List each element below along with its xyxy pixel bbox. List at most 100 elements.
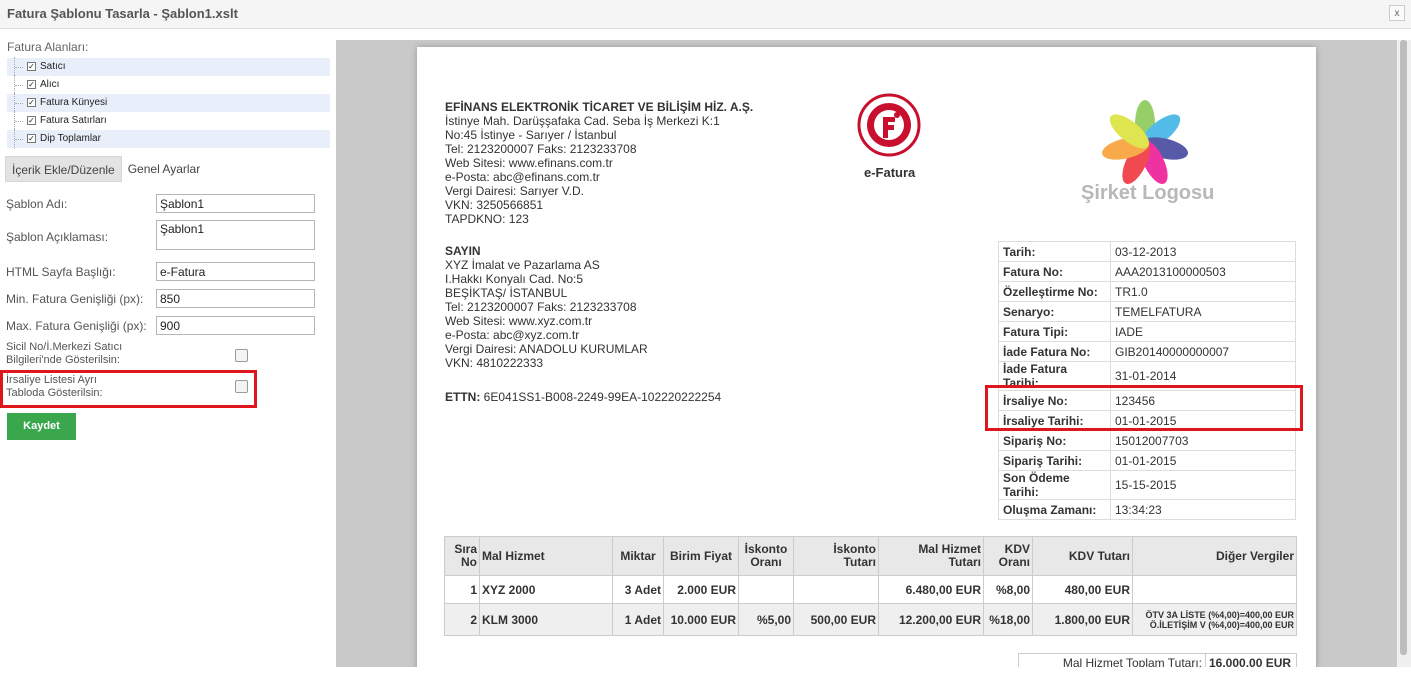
info-value: 03-12-2013 xyxy=(1110,241,1296,262)
cell-mal-hizmet-tutari: 6.480,00 EUR xyxy=(878,575,984,604)
info-row: Özelleştirme No: TR1.0 xyxy=(998,281,1296,302)
cell-sira: 2 xyxy=(444,603,480,636)
company-logo-icon xyxy=(1102,100,1188,184)
template-desc-textarea[interactable]: Şablon1 xyxy=(156,220,315,250)
info-value: 13:34:23 xyxy=(1110,499,1296,520)
close-button[interactable]: x xyxy=(1389,5,1405,21)
left-panel: Fatura Alanları: ✓ Satıcı ✓ Alıcı ✓ Fatu… xyxy=(0,29,334,675)
tree-item-fatura-satirlari[interactable]: ✓ Fatura Satırları xyxy=(7,111,330,131)
preview-scrollbar[interactable] xyxy=(1397,40,1411,667)
col-header-iskonto-orani: İskonto Oranı xyxy=(738,536,794,576)
irsaliye-label-line-2: Tabloda Gösterilsin: xyxy=(6,387,103,399)
cell-iskonto-orani xyxy=(738,575,794,604)
cell-iskonto-orani: %5,00 xyxy=(738,603,794,636)
checkbox-checked-icon[interactable]: ✓ xyxy=(27,134,36,143)
expand-icon[interactable] xyxy=(11,129,23,149)
col-header-diger-vergiler: Diğer Vergiler xyxy=(1132,536,1297,576)
tree-item-label: Fatura Künyesi xyxy=(40,97,108,108)
cell-mal-hizmet-tutari: 12.200,00 EUR xyxy=(878,603,984,636)
seller-block: EFİNANS ELEKTRONİK TİCARET VE BİLİŞİM Hİ… xyxy=(445,100,753,226)
scrollbar-thumb[interactable] xyxy=(1400,40,1407,655)
irsaliye-checkbox[interactable] xyxy=(235,380,248,393)
template-name-input[interactable] xyxy=(156,194,315,213)
info-key: Özelleştirme No: xyxy=(998,281,1111,302)
html-title-input[interactable] xyxy=(156,262,315,281)
seller-line: VKN: 3250566851 xyxy=(445,198,544,212)
info-key: Son Ödeme Tarihi: xyxy=(998,470,1111,500)
info-key: Oluşma Zamanı: xyxy=(998,499,1111,520)
min-width-input[interactable] xyxy=(156,289,315,308)
totals-table: Mal Hizmet Toplam Tutarı: 16.000,00 EUR xyxy=(1018,653,1297,667)
company-logo-text: Şirket Logosu xyxy=(1081,182,1215,204)
preview-panel: EFİNANS ELEKTRONİK TİCARET VE BİLİŞİM Hİ… xyxy=(336,40,1397,667)
info-value: 15-15-2015 xyxy=(1110,470,1296,500)
tree-item-label: Satıcı xyxy=(40,61,66,72)
info-row: Son Ödeme Tarihi: 15-15-2015 xyxy=(998,470,1296,500)
info-key: Fatura Tipi: xyxy=(998,321,1111,342)
cell-miktar: 3 Adet xyxy=(612,575,664,604)
tab-content-edit[interactable]: İçerik Ekle/Düzenle xyxy=(5,156,122,182)
expand-icon[interactable] xyxy=(11,75,23,95)
max-width-label: Max. Fatura Genişliği (px): xyxy=(6,319,147,333)
tab-general-settings[interactable]: Genel Ayarlar xyxy=(122,156,207,182)
tree-item-dip-toplamlar[interactable]: ✓ Dip Toplamlar xyxy=(7,129,330,149)
expand-icon[interactable] xyxy=(11,93,23,113)
lines-header-row: Sıra No Mal Hizmet Miktar Birim Fiyat İsk… xyxy=(444,536,1297,576)
settings-tabs: İçerik Ekle/Düzenle Genel Ayarlar xyxy=(5,156,206,182)
info-key: Fatura No: xyxy=(998,261,1111,282)
html-title-label: HTML Sayfa Başlığı: xyxy=(6,265,116,279)
table-row: 2 KLM 3000 1 Adet 10.000 EUR %5,00 500,0… xyxy=(444,603,1297,636)
cell-mal-hizmet: KLM 3000 xyxy=(479,603,613,636)
total-label: Mal Hizmet Toplam Tutarı: xyxy=(1018,653,1206,667)
info-key: İade Fatura No: xyxy=(998,341,1111,362)
buyer-line: I.Hakkı Konyalı Cad. No:5 xyxy=(445,272,584,286)
tree-item-alici[interactable]: ✓ Alıcı xyxy=(7,75,330,95)
total-row: Mal Hizmet Toplam Tutarı: 16.000,00 EUR xyxy=(1018,653,1297,667)
buyer-line: Vergi Dairesi: ANADOLU KURUMLAR xyxy=(445,342,648,356)
fields-tree: ✓ Satıcı ✓ Alıcı ✓ Fatura Künyesi ✓ Fatu… xyxy=(7,57,330,149)
info-row: Fatura No: AAA2013100000503 xyxy=(998,261,1296,282)
info-value: IADE xyxy=(1110,321,1296,342)
max-width-input[interactable] xyxy=(156,316,315,335)
table-row: 1 XYZ 2000 3 Adet 2.000 EUR 6.480,00 EUR… xyxy=(444,575,1297,604)
highlight-box-irsaliye-info xyxy=(985,385,1303,431)
info-value: GIB20140000000007 xyxy=(1110,341,1296,362)
buyer-line: Web Sitesi: www.xyz.com.tr xyxy=(445,314,593,328)
buyer-line: Tel: 2123200007 Faks: 2123233708 xyxy=(445,300,637,314)
col-header-mal-hizmet: Mal Hizmet xyxy=(479,536,613,576)
info-key: Senaryo: xyxy=(998,301,1111,322)
total-value: 16.000,00 EUR xyxy=(1205,653,1297,667)
cell-kdv-tutari: 1.800,00 EUR xyxy=(1032,603,1133,636)
checkbox-checked-icon[interactable]: ✓ xyxy=(27,62,36,71)
tree-item-satici[interactable]: ✓ Satıcı xyxy=(7,57,330,77)
min-width-label: Min. Fatura Genişliği (px): xyxy=(6,292,144,306)
col-header-kdv-tutari: KDV Tutarı xyxy=(1032,536,1133,576)
info-row: Fatura Tipi: IADE xyxy=(998,321,1296,342)
irsaliye-label-line-1: İrsaliye Listesi Ayrı xyxy=(6,374,97,386)
checkbox-checked-icon[interactable]: ✓ xyxy=(27,98,36,107)
e-fatura-logo-label: e-Fatura xyxy=(864,165,916,180)
ettn-row: ETTN: 6E041SS1-B008-2249-99EA-1022202222… xyxy=(445,390,721,404)
window-titlebar: Fatura Şablonu Tasarla - Şablon1.xslt x xyxy=(0,0,1411,29)
info-value: AAA2013100000503 xyxy=(1110,261,1296,282)
sicil-checkbox[interactable] xyxy=(235,349,248,362)
cell-diger-vergiler: ÖTV 3A LİSTE (%4,00)=400,00 EUR Ö.İLETİŞİ… xyxy=(1132,603,1297,636)
col-header-iskonto-tutari: İskonto Tutarı xyxy=(793,536,879,576)
sicil-row: Sicil No/İ.Merkezi Satıcı Bilgileri'nde … xyxy=(6,341,326,367)
info-key: Sipariş Tarihi: xyxy=(998,450,1111,471)
gib-logo-icon xyxy=(857,93,921,157)
expand-icon[interactable] xyxy=(11,111,23,131)
checkbox-checked-icon[interactable]: ✓ xyxy=(27,80,36,89)
checkbox-checked-icon[interactable]: ✓ xyxy=(27,116,36,125)
tree-item-fatura-kunyesi[interactable]: ✓ Fatura Künyesi xyxy=(7,93,330,113)
info-value: 15012007703 xyxy=(1110,430,1296,451)
expand-icon[interactable] xyxy=(11,57,23,77)
info-value: 01-01-2015 xyxy=(1110,450,1296,471)
save-button[interactable]: Kaydet xyxy=(7,413,76,440)
buyer-heading: SAYIN xyxy=(445,244,481,258)
irsaliye-row: İrsaliye Listesi Ayrı Tabloda Gösterilsi… xyxy=(6,374,326,400)
cell-kdv-orani: %8,00 xyxy=(983,575,1033,604)
cell-kdv-orani: %18,00 xyxy=(983,603,1033,636)
buyer-block: SAYIN XYZ İmalat ve Pazarlama AS I.Hakkı… xyxy=(445,244,648,370)
window-title: Fatura Şablonu Tasarla - Şablon1.xslt xyxy=(7,6,238,21)
